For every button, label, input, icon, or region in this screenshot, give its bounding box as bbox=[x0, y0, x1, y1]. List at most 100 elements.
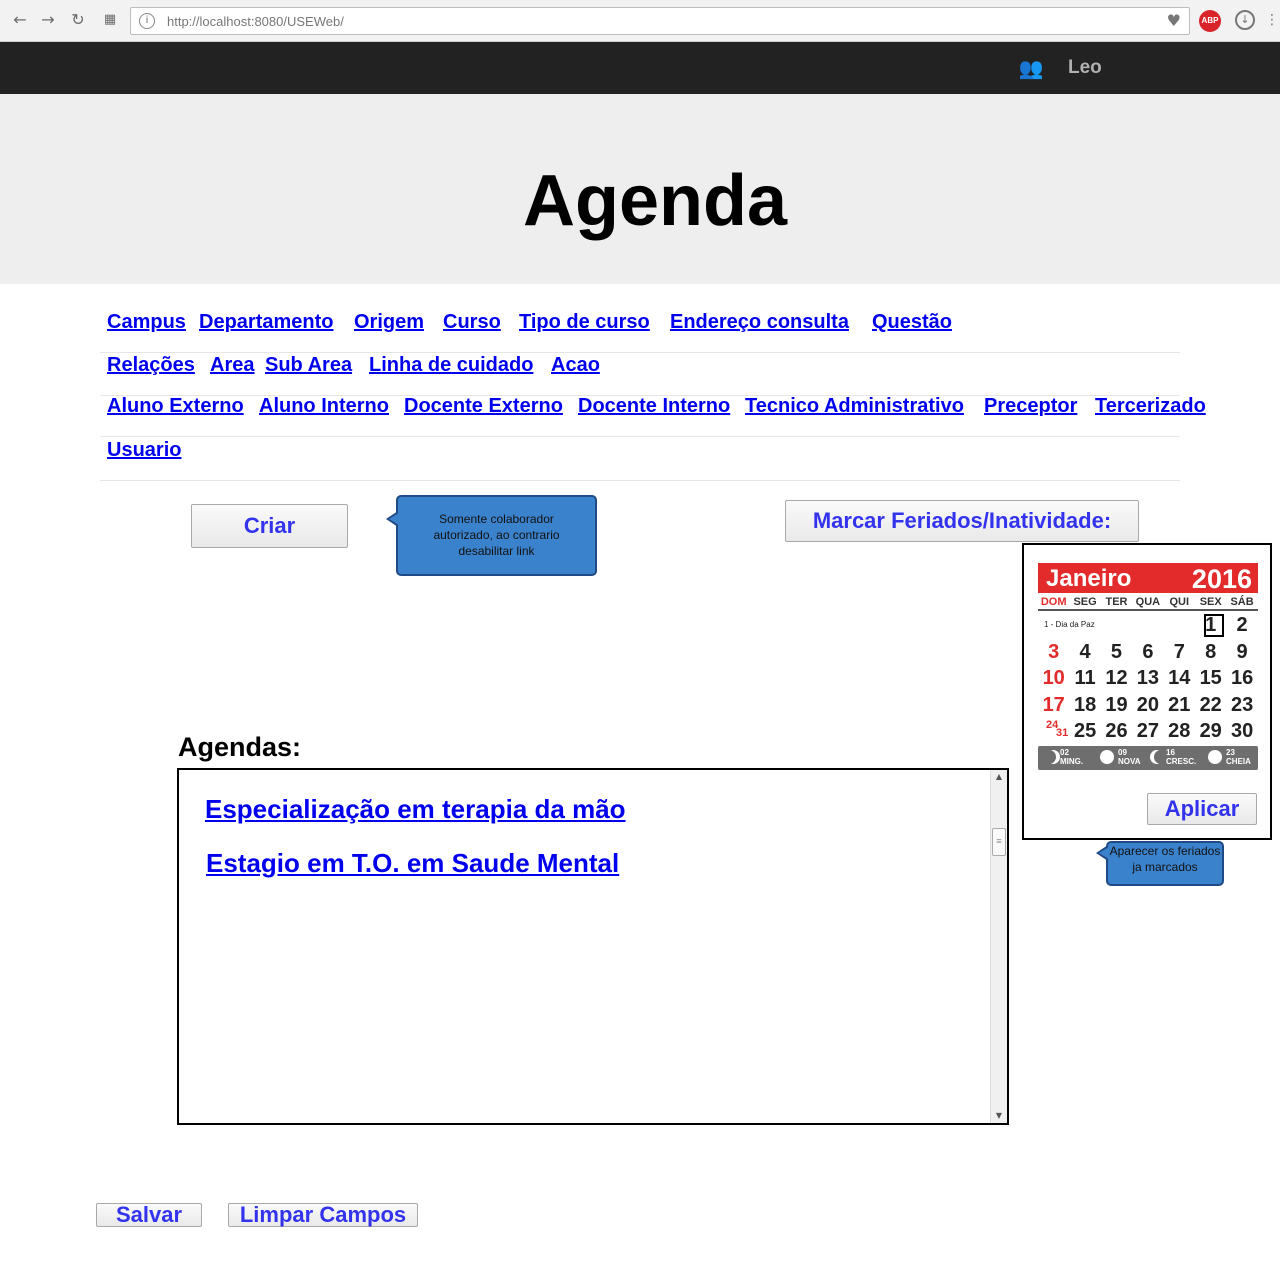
calendar-day[interactable]: 11 bbox=[1069, 666, 1100, 690]
nav-link-tercerizado[interactable]: Tercerizado bbox=[1095, 395, 1206, 418]
calendar-day[interactable]: 19 bbox=[1101, 693, 1132, 717]
weekday-label: TER bbox=[1105, 596, 1128, 608]
reload-icon[interactable]: ↻ bbox=[68, 10, 88, 30]
mark-holidays-button[interactable]: Marcar Feriados/Inatividade: bbox=[785, 500, 1139, 542]
calendar-day[interactable]: 14 bbox=[1164, 666, 1195, 690]
nav-link-docente-interno[interactable]: Docente Interno bbox=[578, 395, 730, 418]
calendar-day[interactable]: 26 bbox=[1101, 719, 1132, 743]
calendar-day[interactable]: 9 bbox=[1226, 640, 1257, 664]
calendar-day[interactable]: 8 bbox=[1195, 640, 1226, 664]
apps-grid-icon[interactable]: ▦ bbox=[100, 10, 120, 30]
nav-link-tecnico-administrativo[interactable]: Tecnico Administrativo bbox=[745, 395, 964, 418]
calendar-day[interactable]: 15 bbox=[1195, 666, 1226, 690]
apply-note: Aparecer os feriados ja marcados bbox=[1096, 841, 1224, 886]
nav-link-linha-de-cuidado[interactable]: Linha de cuidado bbox=[369, 354, 533, 377]
scroll-up-arrow-icon[interactable]: ▲ bbox=[991, 770, 1007, 784]
calendar-day[interactable]: 5 bbox=[1101, 640, 1132, 664]
nav-link-acao[interactable]: Acao bbox=[551, 354, 600, 377]
calendar-day[interactable]: 7 bbox=[1164, 640, 1195, 664]
weekday-label: SÁB bbox=[1230, 596, 1254, 608]
nav-link-relacoes[interactable]: Relações bbox=[107, 354, 195, 377]
users-icon: 👥 bbox=[1018, 56, 1044, 80]
moon-phases-bar: 02 MING. 09 NOVA 16 CRESC. 23 CHEIA bbox=[1038, 746, 1258, 770]
calendar-day[interactable]: 23 bbox=[1226, 693, 1257, 717]
nav-link-aluno-externo[interactable]: Aluno Externo bbox=[107, 395, 244, 418]
apply-button[interactable]: Aplicar bbox=[1147, 793, 1257, 825]
nav-link-area[interactable]: Area bbox=[210, 354, 254, 377]
calendar-day[interactable]: 6 bbox=[1132, 640, 1163, 664]
calendar-day[interactable]: 27 bbox=[1132, 719, 1163, 743]
calendar-day[interactable]: 20 bbox=[1132, 693, 1163, 717]
moon-phase: 16 CRESC. bbox=[1166, 748, 1197, 766]
nav-link-curso[interactable]: Curso bbox=[443, 311, 501, 334]
agenda-item[interactable]: Estagio em T.O. em Saude Mental bbox=[206, 848, 619, 879]
calendar-day[interactable]: 2 bbox=[1226, 613, 1257, 637]
scroll-down-arrow-icon[interactable]: ▼ bbox=[991, 1109, 1007, 1123]
calendar-day[interactable]: 16 bbox=[1226, 666, 1257, 690]
new-moon-icon bbox=[1100, 750, 1114, 764]
create-button[interactable]: Criar bbox=[191, 504, 348, 548]
nav-link-preceptor[interactable]: Preceptor bbox=[984, 395, 1077, 418]
agenda-item[interactable]: Especialização em terapia da mão bbox=[205, 794, 626, 825]
address-bar[interactable]: i http://localhost:8080/USEWeb/ ♥ bbox=[130, 7, 1190, 35]
nav-link-sub-area[interactable]: Sub Area bbox=[265, 354, 352, 377]
heart-icon[interactable]: ♥ bbox=[1167, 11, 1181, 30]
calendar-day[interactable]: 29 bbox=[1195, 719, 1226, 743]
calendar-day[interactable]: 3 bbox=[1038, 640, 1069, 664]
nav-link-aluno-interno[interactable]: Aluno Interno bbox=[259, 395, 389, 418]
page-header: Agenda bbox=[0, 94, 1280, 284]
nav-link-docente-externo[interactable]: Docente Externo bbox=[404, 395, 563, 418]
calendar-month: Janeiro bbox=[1046, 565, 1132, 592]
nav-link-origem[interactable]: Origem bbox=[354, 311, 424, 334]
nav-link-endereco-consulta[interactable]: Endereço consulta bbox=[670, 311, 849, 334]
user-name[interactable]: Leo bbox=[1068, 57, 1102, 79]
calendar-header: Janeiro 2016 bbox=[1038, 563, 1258, 594]
forward-arrow-icon[interactable]: → bbox=[38, 10, 58, 30]
page-title: Agenda bbox=[522, 161, 788, 241]
nav-link-tipo-de-curso[interactable]: Tipo de curso bbox=[519, 311, 650, 334]
create-permission-note: Somente colaborador autorizado, ao contr… bbox=[386, 495, 597, 576]
calendar-day[interactable]: 18 bbox=[1069, 693, 1100, 717]
calendar-split-day-bottom[interactable]: 31 bbox=[1056, 727, 1068, 739]
menu-icon[interactable]: ⋮ bbox=[1265, 10, 1279, 30]
nav-row-3: Aluno Externo Aluno Interno Docente Exte… bbox=[100, 395, 1206, 437]
moon-phase: 02 MING. bbox=[1060, 748, 1084, 766]
calendar-day[interactable]: 1 bbox=[1195, 613, 1226, 637]
calendar-day[interactable]: 30 bbox=[1226, 719, 1257, 743]
moon-phase: 09 NOVA bbox=[1118, 748, 1141, 766]
calendar-year: 2016 bbox=[1191, 564, 1252, 594]
download-icon[interactable]: ↓ bbox=[1235, 10, 1255, 30]
clear-fields-button[interactable]: Limpar Campos bbox=[228, 1203, 418, 1227]
adblock-icon[interactable]: ABP bbox=[1199, 10, 1221, 32]
back-arrow-icon[interactable]: ← bbox=[10, 10, 30, 30]
nav-row-2: Relações Area Sub Area Linha de cuidado … bbox=[100, 354, 1180, 396]
calendar-holiday-note: 1 - Dia da Paz bbox=[1044, 620, 1095, 629]
nav-link-departamento[interactable]: Departamento bbox=[199, 311, 333, 334]
calendar-day[interactable]: 22 bbox=[1195, 693, 1226, 717]
weekday-label: DOM bbox=[1040, 596, 1067, 608]
calendar-day[interactable]: 17 bbox=[1038, 693, 1069, 717]
nav-row-1: Campus Departamento Origem Curso Tipo de… bbox=[100, 311, 1180, 353]
url-text: http://localhost:8080/USEWeb/ bbox=[167, 14, 344, 29]
nav-link-questao[interactable]: Questão bbox=[872, 311, 952, 334]
full-moon-icon bbox=[1208, 750, 1222, 764]
site-info-icon[interactable]: i bbox=[139, 13, 155, 29]
weekday-label: QUA bbox=[1135, 596, 1161, 608]
calendar-day[interactable]: 13 bbox=[1132, 666, 1163, 690]
calendar-day[interactable]: 4 bbox=[1069, 640, 1100, 664]
calendar-day[interactable]: 25 bbox=[1069, 719, 1100, 743]
nav-row-4: Usuario bbox=[100, 439, 1180, 481]
calendar-day[interactable]: 12 bbox=[1101, 666, 1132, 690]
calendar-day[interactable]: 28 bbox=[1164, 719, 1195, 743]
moon-phase: 23 CHEIA bbox=[1226, 748, 1251, 766]
calendar-day[interactable]: 21 bbox=[1164, 693, 1195, 717]
agendas-label: Agendas: bbox=[178, 732, 302, 762]
weekday-label: SEG bbox=[1073, 596, 1097, 608]
nav-link-campus[interactable]: Campus bbox=[107, 311, 186, 334]
app-top-bar: 👥 Leo bbox=[0, 42, 1280, 94]
calendar-day[interactable]: 10 bbox=[1038, 666, 1069, 690]
nav-link-usuario[interactable]: Usuario bbox=[107, 439, 181, 462]
agendas-scrollbar[interactable]: ▲ ≡ ▼ bbox=[990, 770, 1007, 1123]
save-button[interactable]: Salvar bbox=[96, 1203, 202, 1227]
scroll-thumb[interactable]: ≡ bbox=[992, 828, 1006, 856]
